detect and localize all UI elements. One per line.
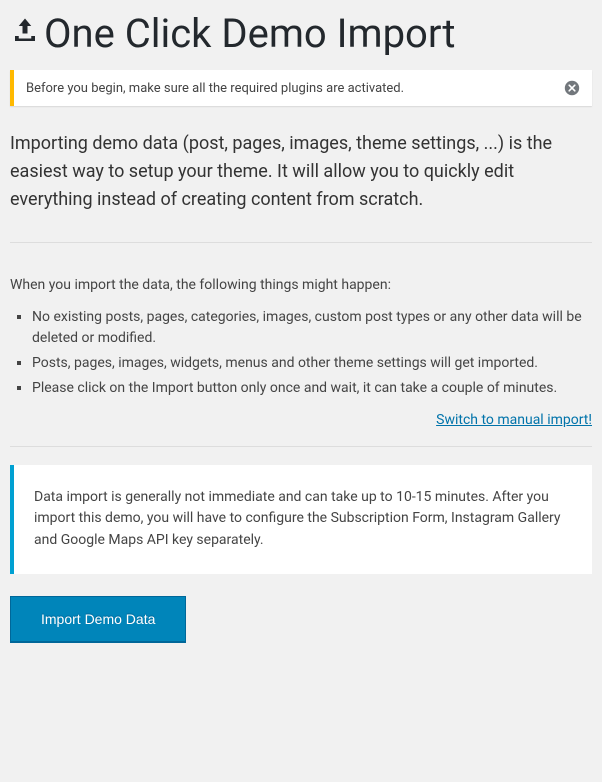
notice-text: Before you begin, make sure all the requ… [26,81,404,96]
close-icon[interactable] [564,80,580,96]
page-title: One Click Demo Import [10,10,592,58]
page-title-text: One Click Demo Import [44,10,455,58]
intro-paragraph: Importing demo data (post, pages, images… [10,130,592,214]
info-box-text: Data import is generally not immediate a… [34,487,572,552]
switch-link-wrap: Switch to manual import! [10,409,592,428]
list-item: No existing posts, pages, categories, im… [32,307,592,349]
things-list: No existing posts, pages, categories, im… [10,307,592,399]
import-demo-data-button[interactable]: Import Demo Data [10,596,186,642]
divider [10,242,592,243]
list-item: Posts, pages, images, widgets, menus and… [32,353,592,374]
info-box: Data import is generally not immediate a… [10,465,592,574]
divider [10,446,592,447]
warning-notice: Before you begin, make sure all the requ… [10,70,592,106]
upload-icon [10,16,40,46]
list-item: Please click on the Import button only o… [32,378,592,399]
switch-manual-import-link[interactable]: Switch to manual import! [436,412,592,428]
things-heading: When you import the data, the following … [10,277,592,293]
